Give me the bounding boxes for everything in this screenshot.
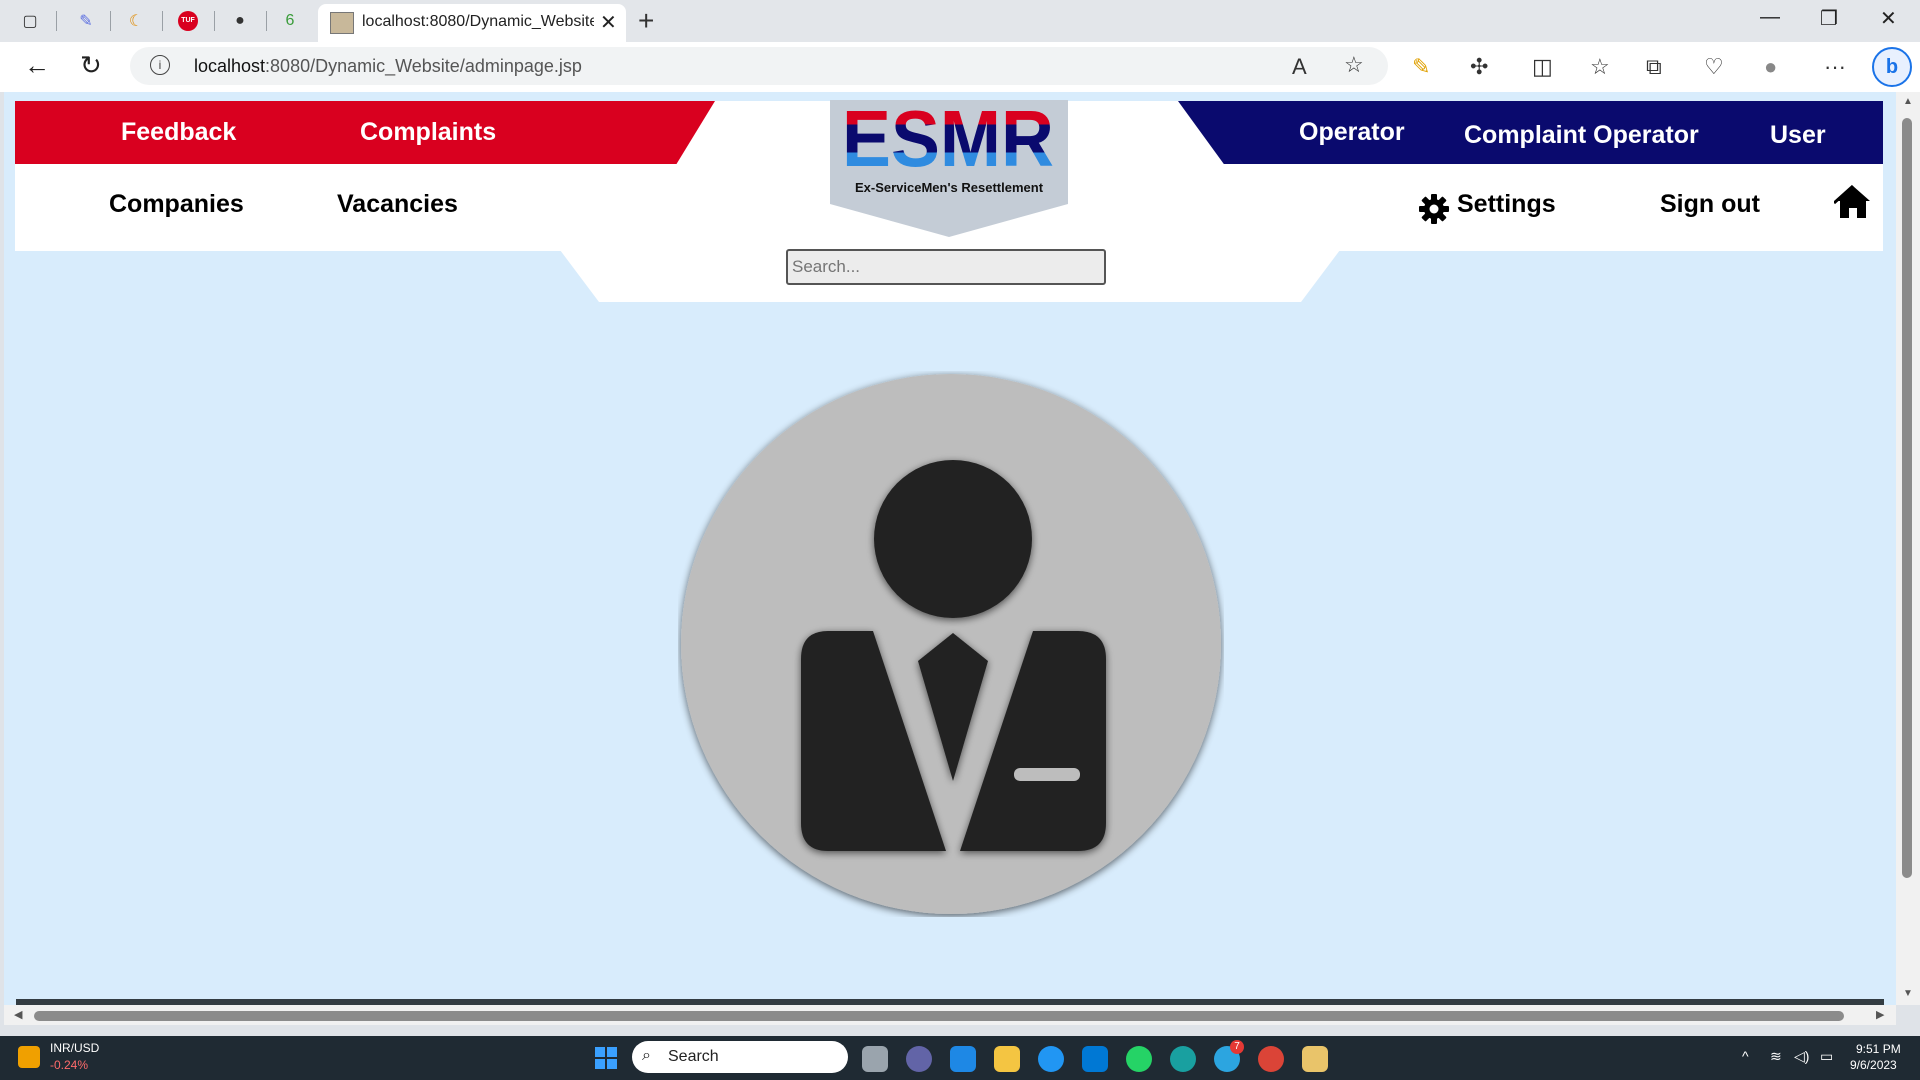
wifi-icon[interactable]: ≋ bbox=[1770, 1048, 1782, 1065]
telegram-badge: 7 bbox=[1230, 1040, 1244, 1054]
browser-tab-strip: ▢ ✎ ☾ TUF ● 6 localhost:8080/Dynamic_Web… bbox=[0, 0, 1920, 42]
horizontal-scroll-thumb[interactable] bbox=[34, 1011, 1844, 1021]
tab-separator bbox=[214, 11, 215, 31]
nav-vacancies[interactable]: Vacancies bbox=[337, 190, 458, 219]
taskbar-search-label: Search bbox=[668, 1048, 719, 1065]
nav-companies[interactable]: Companies bbox=[109, 190, 244, 219]
active-tab[interactable]: localhost:8080/Dynamic_Website ✕ bbox=[318, 4, 626, 42]
taskbar-gap bbox=[0, 1025, 1920, 1036]
gear-icon[interactable] bbox=[1418, 193, 1450, 225]
close-window-icon[interactable]: ✕ bbox=[1880, 6, 1897, 31]
browser-essentials-icon[interactable]: ♡ bbox=[1704, 54, 1724, 80]
nav-user[interactable]: User bbox=[1770, 121, 1826, 150]
logo-text: ESMR bbox=[842, 106, 1054, 174]
chrome-icon[interactable] bbox=[1258, 1046, 1284, 1072]
read-aloud-icon[interactable]: A bbox=[1292, 54, 1307, 80]
pinned-tab-icon[interactable]: TUF bbox=[176, 9, 200, 33]
file-explorer-icon[interactable] bbox=[994, 1046, 1020, 1072]
home-icon[interactable] bbox=[1834, 184, 1872, 220]
scroll-left-icon[interactable]: ◀ bbox=[14, 1008, 22, 1021]
ticker-change: -0.24% bbox=[50, 1058, 89, 1072]
vscode-icon[interactable] bbox=[1082, 1046, 1108, 1072]
pinned-tab-icon[interactable]: ☾ bbox=[124, 9, 148, 33]
show-hidden-icons-icon[interactable]: ^ bbox=[1742, 1048, 1749, 1064]
refresh-icon[interactable]: ↻ bbox=[80, 50, 102, 81]
address-bar[interactable]: i localhost:8080/Dynamic_Website/adminpa… bbox=[130, 47, 1388, 85]
favorite-star-icon[interactable]: ☆ bbox=[1344, 52, 1364, 78]
clock-date[interactable]: 9/6/2023 bbox=[1850, 1058, 1897, 1072]
new-tab-icon[interactable]: + bbox=[638, 5, 654, 37]
task-view-icon[interactable] bbox=[862, 1046, 888, 1072]
nav-feedback[interactable]: Feedback bbox=[121, 118, 236, 147]
search-input[interactable] bbox=[786, 249, 1106, 285]
tab-title: localhost:8080/Dynamic_Website bbox=[362, 13, 594, 30]
collections-icon[interactable]: ⧉ bbox=[1646, 54, 1662, 80]
whatsapp-icon[interactable] bbox=[1126, 1046, 1152, 1072]
admin-avatar-icon bbox=[681, 374, 1221, 914]
windows-start-icon[interactable] bbox=[594, 1046, 618, 1070]
mail-icon[interactable] bbox=[950, 1046, 976, 1072]
more-menu-icon[interactable]: ··· bbox=[1824, 54, 1846, 80]
site-favicon-icon bbox=[330, 12, 354, 34]
taskbar-search[interactable]: ⌕ Search bbox=[632, 1041, 848, 1073]
windows-taskbar: INR/USD -0.24% ⌕ Search 7 ^ ≋ ◁) ▭ 9:51 … bbox=[0, 1025, 1920, 1080]
url-text[interactable]: localhost:8080/Dynamic_Website/adminpage… bbox=[194, 56, 582, 77]
horizontal-scrollbar[interactable]: ◀ ▶ bbox=[4, 1005, 1896, 1025]
scroll-up-icon[interactable]: ▲ bbox=[1903, 96, 1913, 107]
nav-operator[interactable]: Operator bbox=[1299, 118, 1405, 147]
extension-icon[interactable]: ✎ bbox=[1412, 54, 1430, 80]
github-icon[interactable]: ● bbox=[228, 9, 252, 33]
clock-time[interactable]: 9:51 PM bbox=[1856, 1042, 1901, 1056]
logo-subtitle: Ex-ServiceMen's Resettlement bbox=[854, 180, 1044, 195]
scroll-right-icon[interactable]: ▶ bbox=[1876, 1008, 1884, 1021]
search-icon: ⌕ bbox=[642, 1047, 651, 1064]
copilot-icon[interactable]: b bbox=[1872, 47, 1912, 87]
tab-separator bbox=[162, 11, 163, 31]
pinned-tab-icon[interactable]: 6 bbox=[278, 9, 302, 33]
tab-separator bbox=[56, 11, 57, 31]
battery-icon[interactable]: ▭ bbox=[1820, 1048, 1833, 1065]
pinned-tab-icon[interactable]: ✎ bbox=[74, 9, 98, 33]
nav-complaint-operator[interactable]: Complaint Operator bbox=[1464, 121, 1699, 150]
close-tab-icon[interactable]: ✕ bbox=[600, 10, 617, 35]
nav-sign-out[interactable]: Sign out bbox=[1660, 190, 1760, 219]
edge-icon[interactable] bbox=[1170, 1046, 1196, 1072]
profile-icon[interactable]: ● bbox=[1764, 54, 1777, 80]
ticker-name[interactable]: INR/USD bbox=[50, 1041, 99, 1055]
restore-icon[interactable]: ❐ bbox=[1820, 6, 1838, 31]
tab-separator bbox=[266, 11, 267, 31]
vertical-scroll-thumb[interactable] bbox=[1902, 118, 1912, 878]
split-screen-icon[interactable]: ◫ bbox=[1532, 54, 1553, 80]
tab-actions-icon[interactable]: ▢ bbox=[18, 9, 42, 33]
tab-separator bbox=[110, 11, 111, 31]
back-icon[interactable]: ← bbox=[24, 50, 50, 81]
esmr-logo-letters: ESMR bbox=[842, 106, 1054, 174]
vertical-scrollbar[interactable]: ▲ ▼ bbox=[1896, 92, 1920, 1005]
favorites-icon[interactable]: ☆ bbox=[1590, 54, 1610, 80]
app-icon[interactable] bbox=[1038, 1046, 1064, 1072]
scroll-down-icon[interactable]: ▼ bbox=[1903, 988, 1913, 999]
extensions-puzzle-icon[interactable]: ✣ bbox=[1470, 54, 1488, 80]
page-viewport: Feedback Complaints Operator Complaint O… bbox=[4, 92, 1896, 1025]
browser-toolbar: ← ↻ i localhost:8080/Dynamic_Website/adm… bbox=[0, 42, 1920, 92]
minimize-icon[interactable]: — bbox=[1760, 6, 1780, 29]
app-icon[interactable] bbox=[1302, 1046, 1328, 1072]
volume-icon[interactable]: ◁) bbox=[1794, 1048, 1809, 1065]
nav-settings[interactable]: Settings bbox=[1457, 190, 1556, 219]
nav-complaints[interactable]: Complaints bbox=[360, 118, 496, 147]
site-info-icon[interactable]: i bbox=[150, 55, 170, 75]
teams-icon[interactable] bbox=[906, 1046, 932, 1072]
stock-widget-icon[interactable] bbox=[18, 1046, 40, 1068]
